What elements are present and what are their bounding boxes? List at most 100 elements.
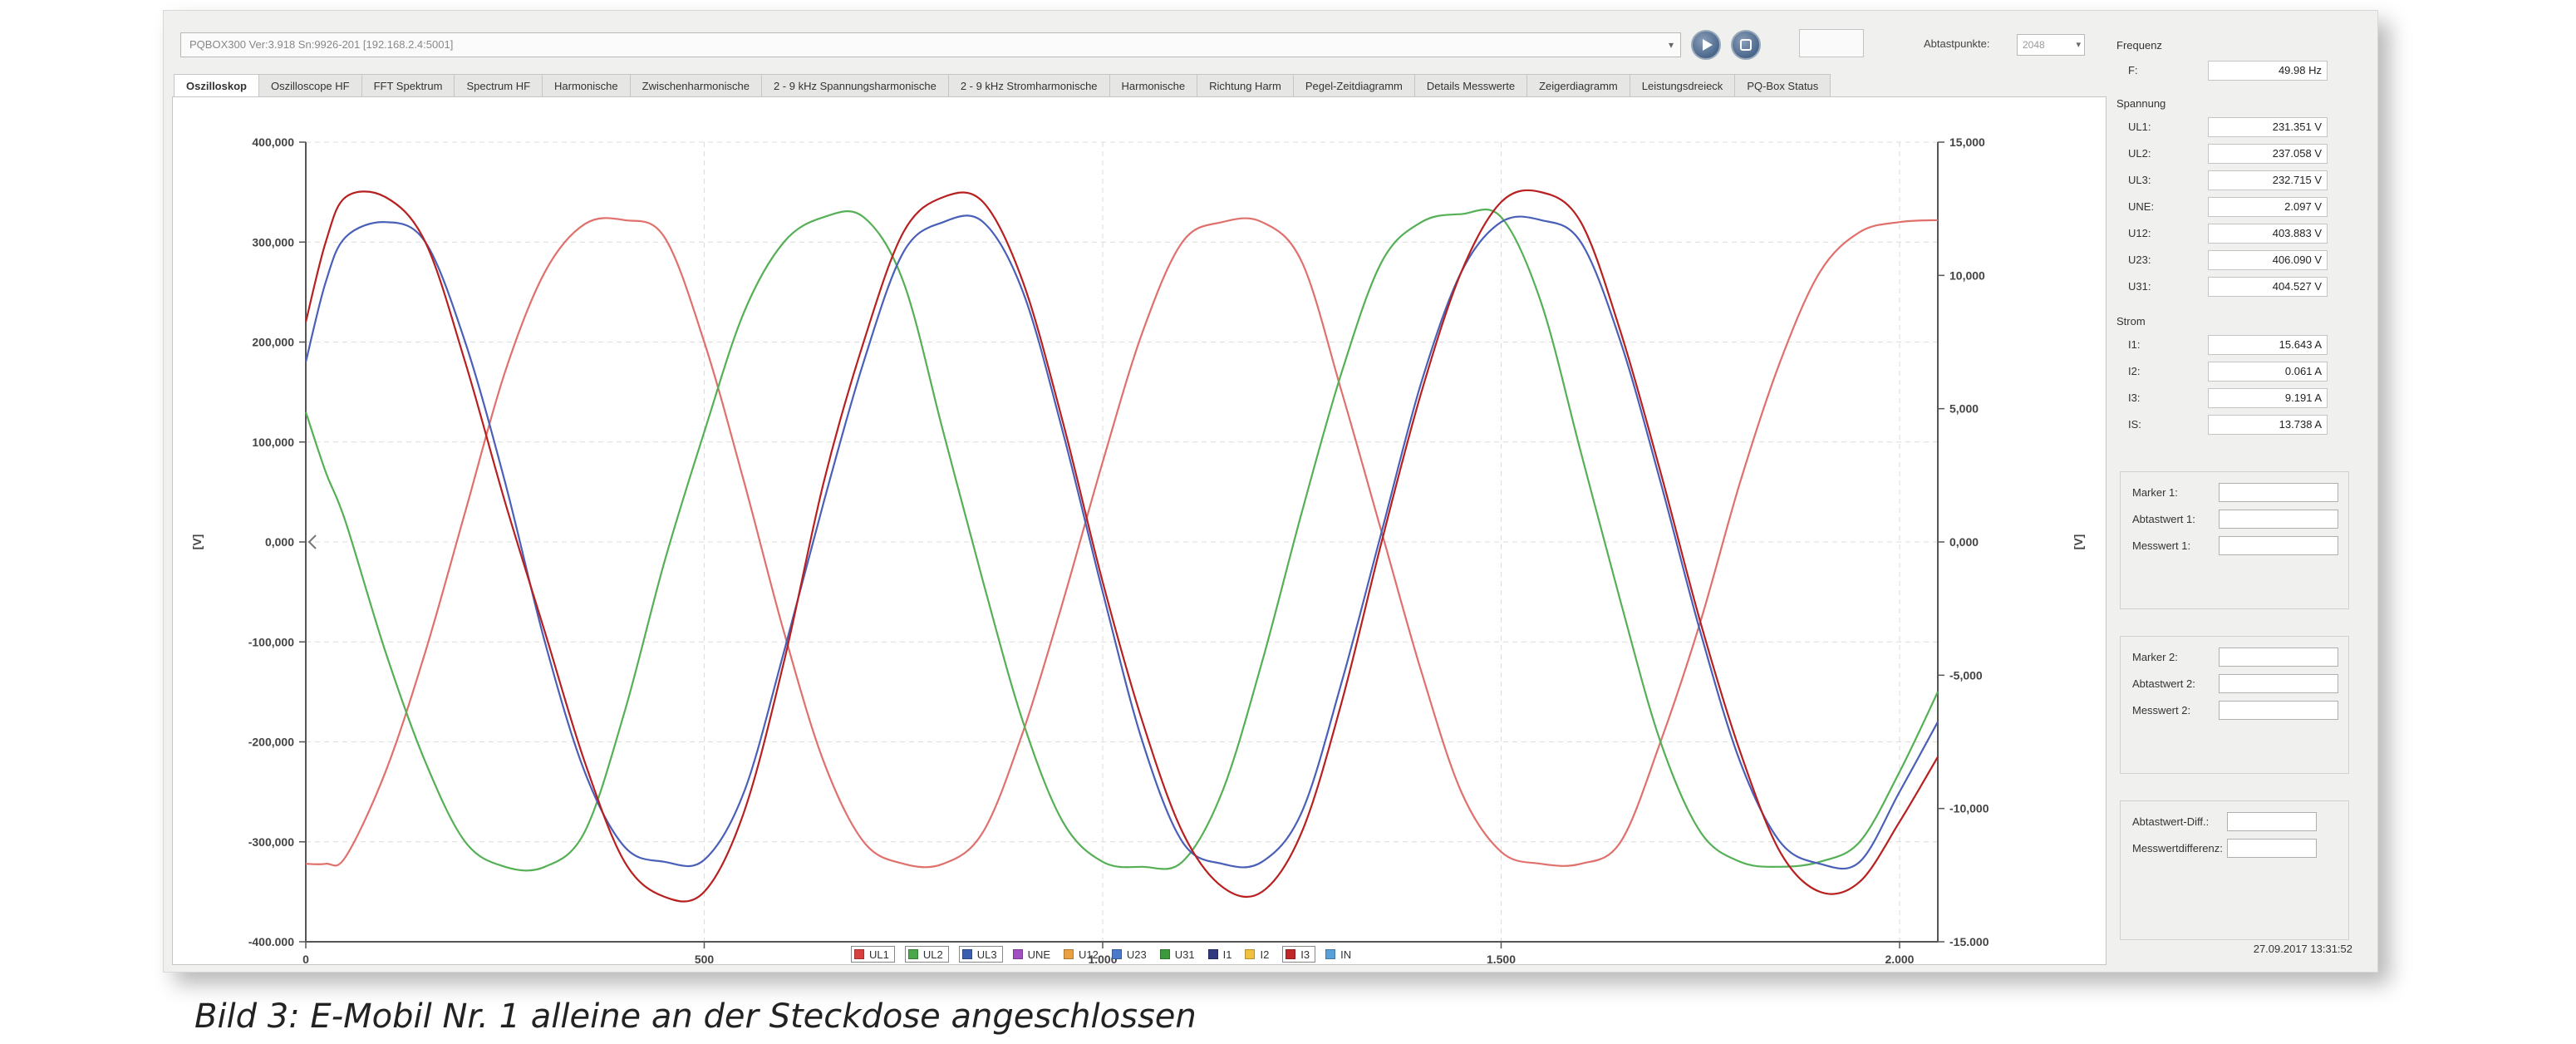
blank-button[interactable] bbox=[1799, 29, 1864, 57]
y-left-tick-label: 300,000 bbox=[252, 235, 294, 249]
measurement-value: 49.98 Hz bbox=[2208, 61, 2328, 81]
x-tick-label: 2.000 bbox=[1885, 953, 1914, 964]
legend-swatch bbox=[961, 949, 972, 959]
y-right-tick-label: 0,000 bbox=[1949, 535, 1979, 549]
measurement-label: U23: bbox=[2128, 254, 2151, 266]
measurement-label: I1: bbox=[2128, 338, 2141, 351]
measurement-label: IS: bbox=[2128, 418, 2141, 431]
chart-legend: UL1 UL2 UL3 UNE U12 U23 U31 I1 I2 I3 IN bbox=[851, 946, 1364, 963]
current-row: I1: 15.643 A bbox=[2113, 333, 2354, 357]
series-line-ul2 bbox=[304, 208, 1939, 872]
y-right-axis-label: [V] bbox=[2072, 534, 2085, 550]
legend-label: UL3 bbox=[976, 948, 997, 961]
marker2-field[interactable] bbox=[2219, 648, 2338, 667]
measured2-row: Messwert 2: bbox=[2121, 700, 2350, 721]
y-right-tick-label: 10,000 bbox=[1949, 268, 1985, 282]
legend-label: I3 bbox=[1300, 948, 1310, 961]
tab-10[interactable]: Pegel-Zeitdiagramm bbox=[1292, 74, 1415, 97]
voltage-row: UL3: 232.715 V bbox=[2113, 169, 2354, 192]
current-row: I2: 0.061 A bbox=[2113, 360, 2354, 383]
measured2-field[interactable] bbox=[2219, 701, 2338, 720]
legend-item-ul2[interactable]: UL2 bbox=[904, 946, 949, 963]
legend-label: U12 bbox=[1079, 948, 1099, 961]
tab-12[interactable]: Zeigerdiagramm bbox=[1526, 74, 1630, 97]
y-left-tick-label: 400,000 bbox=[252, 135, 294, 149]
measured1-row: Messwert 1: bbox=[2121, 535, 2350, 557]
legend-item-in[interactable]: IN bbox=[1325, 946, 1351, 963]
measured-diff-field[interactable] bbox=[2227, 839, 2317, 858]
tab-2[interactable]: FFT Spektrum bbox=[361, 74, 455, 97]
measured-diff-row: Messwertdifferenz: bbox=[2121, 838, 2350, 859]
measurement-value: 0.061 A bbox=[2208, 362, 2328, 382]
zero-marker-icon bbox=[307, 534, 317, 549]
current-title: Strom bbox=[2116, 315, 2146, 327]
legend-swatch bbox=[854, 949, 864, 959]
legend-item-une[interactable]: UNE bbox=[1012, 946, 1050, 963]
measurement-value: 406.090 V bbox=[2208, 250, 2328, 270]
measurement-label: I3: bbox=[2128, 392, 2141, 404]
tab-13[interactable]: Leistungsdreieck bbox=[1629, 74, 1736, 97]
stop-icon bbox=[1740, 39, 1752, 51]
legend-item-ul3[interactable]: UL3 bbox=[958, 946, 1003, 963]
measured-diff-label: Messwertdifferenz: bbox=[2132, 842, 2223, 854]
sample1-field[interactable] bbox=[2219, 510, 2338, 529]
start-button[interactable] bbox=[1691, 30, 1721, 60]
sample-diff-field[interactable] bbox=[2227, 812, 2317, 831]
measurement-value: 15.643 A bbox=[2208, 335, 2328, 355]
measurement-label: UNE: bbox=[2128, 200, 2155, 213]
y-left-tick-label: 0,000 bbox=[265, 535, 294, 549]
tab-6[interactable]: 2 - 9 kHz Spannungsharmonische bbox=[760, 74, 949, 97]
measurement-value: 2.097 V bbox=[2208, 197, 2328, 217]
legend-label: U23 bbox=[1126, 948, 1147, 961]
legend-item-i3[interactable]: I3 bbox=[1282, 946, 1316, 963]
tab-11[interactable]: Details Messwerte bbox=[1413, 74, 1528, 97]
y-left-tick-label: -300,000 bbox=[248, 835, 294, 849]
chevron-down-icon: ▾ bbox=[1668, 39, 1674, 51]
measurement-value: 9.191 A bbox=[2208, 388, 2328, 408]
tab-9[interactable]: Richtung Harm bbox=[1197, 74, 1294, 97]
sample-points-select[interactable]: 2048 ▾ bbox=[2017, 34, 2085, 56]
measurement-panel: Frequenz F: 49.98 Hz Spannung UL1: 231.35… bbox=[2113, 27, 2371, 967]
legend-swatch bbox=[1012, 949, 1023, 959]
legend-item-u23[interactable]: U23 bbox=[1111, 946, 1147, 963]
y-left-axis-label: [V] bbox=[190, 534, 204, 550]
legend-item-u12[interactable]: U12 bbox=[1064, 946, 1099, 963]
measurement-value: 232.715 V bbox=[2208, 170, 2328, 190]
tab-4[interactable]: Harmonische bbox=[542, 74, 631, 97]
timestamp: 27.09.2017 13:31:52 bbox=[2253, 943, 2352, 955]
x-tick-label: 500 bbox=[695, 953, 715, 964]
frequency-title: Frequenz bbox=[2116, 39, 2162, 52]
current-row: IS: 13.738 A bbox=[2113, 413, 2354, 436]
frequency-row: F: 49.98 Hz bbox=[2113, 59, 2354, 82]
measurement-label: UL3: bbox=[2128, 174, 2151, 186]
legend-swatch bbox=[1159, 949, 1170, 959]
oscilloscope-chart[interactable]: 400,000 300,000 200,000 100,000 0,000 -100,00… bbox=[172, 96, 2107, 965]
tab-0[interactable]: Oszilloskop bbox=[174, 74, 259, 97]
legend-item-ul1[interactable]: UL1 bbox=[851, 946, 895, 963]
sample2-field[interactable] bbox=[2219, 674, 2338, 693]
tab-8[interactable]: Harmonische bbox=[1109, 74, 1198, 97]
tab-1[interactable]: Oszilloscope HF bbox=[258, 74, 362, 97]
legend-item-i2[interactable]: I2 bbox=[1245, 946, 1269, 963]
legend-label: I2 bbox=[1260, 948, 1270, 961]
app-window: PQBOX300 Ver:3.918 Sn:9926-201 [192.168.… bbox=[163, 10, 2378, 973]
measured1-field[interactable] bbox=[2219, 536, 2338, 555]
device-select[interactable]: PQBOX300 Ver:3.918 Sn:9926-201 [192.168.… bbox=[180, 32, 1681, 57]
measurement-label: I2: bbox=[2128, 365, 2141, 377]
legend-item-i1[interactable]: I1 bbox=[1207, 946, 1231, 963]
tab-14[interactable]: PQ-Box Status bbox=[1734, 74, 1831, 97]
marker1-field[interactable] bbox=[2219, 483, 2338, 502]
legend-label: IN bbox=[1340, 948, 1352, 961]
y-left-tick-label: 200,000 bbox=[252, 336, 294, 349]
tab-5[interactable]: Zwischenharmonische bbox=[629, 74, 762, 97]
sample1-label: Abtastwert 1: bbox=[2132, 513, 2195, 525]
tab-7[interactable]: 2 - 9 kHz Stromharmonische bbox=[947, 74, 1110, 97]
legend-item-u31[interactable]: U31 bbox=[1159, 946, 1195, 963]
sample-points-label: Abtastpunkte: bbox=[1924, 37, 1990, 50]
series-line-ul1 bbox=[305, 217, 1939, 869]
measurement-label: UL1: bbox=[2128, 121, 2151, 133]
y-right-tick-label: -10,000 bbox=[1949, 802, 1989, 815]
tab-bar: Oszilloskop Oszilloscope HF FFT Spektrum Sp… bbox=[174, 74, 1831, 97]
stop-button[interactable] bbox=[1731, 30, 1761, 60]
tab-3[interactable]: Spectrum HF bbox=[454, 74, 543, 97]
